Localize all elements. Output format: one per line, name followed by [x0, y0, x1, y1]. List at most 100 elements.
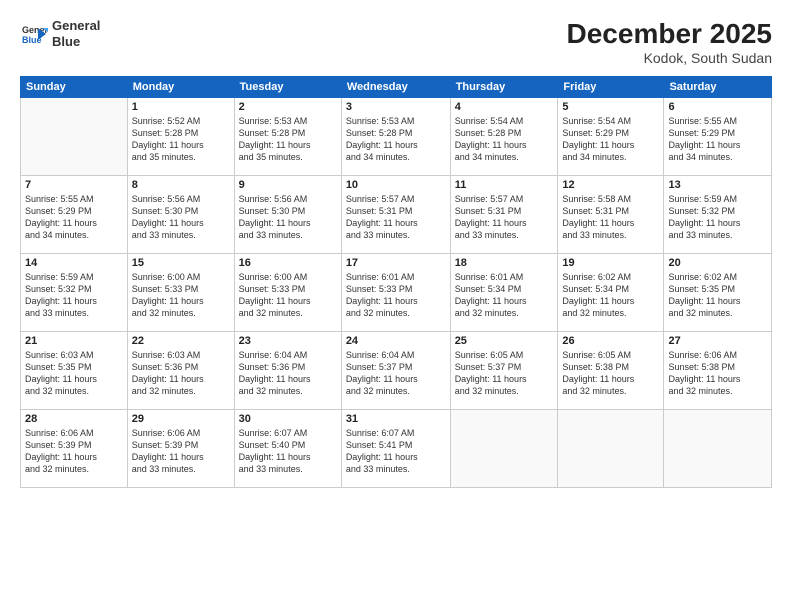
day-info: Sunrise: 5:57 AMSunset: 5:31 PMDaylight:…: [346, 193, 446, 242]
calendar-cell: 2 Sunrise: 5:53 AMSunset: 5:28 PMDaylight…: [234, 98, 341, 176]
day-info: Sunrise: 5:56 AMSunset: 5:30 PMDaylight:…: [132, 193, 230, 242]
calendar-cell: [450, 410, 558, 488]
day-number: 9: [239, 179, 337, 191]
calendar-cell: 16 Sunrise: 6:00 AMSunset: 5:33 PMDayligh…: [234, 254, 341, 332]
day-info: Sunrise: 5:53 AMSunset: 5:28 PMDaylight:…: [346, 115, 446, 164]
logo-text-line1: General: [52, 18, 100, 34]
calendar-cell: 7 Sunrise: 5:55 AMSunset: 5:29 PMDaylight…: [21, 176, 128, 254]
day-number: 26: [562, 335, 659, 347]
day-info: Sunrise: 6:06 AMSunset: 5:39 PMDaylight:…: [132, 427, 230, 476]
day-number: 31: [346, 413, 446, 425]
day-number: 23: [239, 335, 337, 347]
day-info: Sunrise: 6:05 AMSunset: 5:37 PMDaylight:…: [455, 349, 554, 398]
day-info: Sunrise: 6:02 AMSunset: 5:34 PMDaylight:…: [562, 271, 659, 320]
calendar-cell: 27 Sunrise: 6:06 AMSunset: 5:38 PMDayligh…: [664, 332, 772, 410]
day-info: Sunrise: 6:00 AMSunset: 5:33 PMDaylight:…: [239, 271, 337, 320]
calendar-cell: 22 Sunrise: 6:03 AMSunset: 5:36 PMDayligh…: [127, 332, 234, 410]
calendar-cell: 11 Sunrise: 5:57 AMSunset: 5:31 PMDayligh…: [450, 176, 558, 254]
day-number: 24: [346, 335, 446, 347]
day-info: Sunrise: 6:03 AMSunset: 5:35 PMDaylight:…: [25, 349, 123, 398]
day-info: Sunrise: 6:04 AMSunset: 5:36 PMDaylight:…: [239, 349, 337, 398]
weekday-header: Friday: [558, 77, 664, 98]
day-number: 30: [239, 413, 337, 425]
calendar-cell: 20 Sunrise: 6:02 AMSunset: 5:35 PMDayligh…: [664, 254, 772, 332]
calendar-cell: 17 Sunrise: 6:01 AMSunset: 5:33 PMDayligh…: [341, 254, 450, 332]
logo: General Blue General Blue: [20, 18, 100, 49]
calendar-cell: [21, 98, 128, 176]
calendar-cell: 4Sunrise: 5:54 AMSunset: 5:28 PMDaylight…: [450, 98, 558, 176]
day-info: Sunrise: 6:05 AMSunset: 5:38 PMDaylight:…: [562, 349, 659, 398]
calendar-cell: 6 Sunrise: 5:55 AMSunset: 5:29 PMDaylight…: [664, 98, 772, 176]
day-info: Sunrise: 5:52 AMSunset: 5:28 PMDaylight:…: [132, 115, 230, 164]
calendar-cell: 31 Sunrise: 6:07 AMSunset: 5:41 PMDayligh…: [341, 410, 450, 488]
day-info: Sunrise: 6:02 AMSunset: 5:35 PMDaylight:…: [668, 271, 767, 320]
day-info: Sunrise: 6:07 AMSunset: 5:41 PMDaylight:…: [346, 427, 446, 476]
calendar-cell: 29 Sunrise: 6:06 AMSunset: 5:39 PMDayligh…: [127, 410, 234, 488]
day-number: 29: [132, 413, 230, 425]
month-title: December 2025: [567, 18, 772, 50]
calendar-cell: 19 Sunrise: 6:02 AMSunset: 5:34 PMDayligh…: [558, 254, 664, 332]
day-info: Sunrise: 6:03 AMSunset: 5:36 PMDaylight:…: [132, 349, 230, 398]
day-info: Sunrise: 5:56 AMSunset: 5:30 PMDaylight:…: [239, 193, 337, 242]
day-info: Sunrise: 6:01 AMSunset: 5:33 PMDaylight:…: [346, 271, 446, 320]
day-number: 6: [668, 101, 767, 113]
day-number: 21: [25, 335, 123, 347]
calendar-cell: 10 Sunrise: 5:57 AMSunset: 5:31 PMDayligh…: [341, 176, 450, 254]
calendar-cell: 28 Sunrise: 6:06 AMSunset: 5:39 PMDayligh…: [21, 410, 128, 488]
weekday-header: Sunday: [21, 77, 128, 98]
calendar-cell: 1 Sunrise: 5:52 AMSunset: 5:28 PMDaylight…: [127, 98, 234, 176]
day-number: 11: [455, 179, 554, 191]
calendar-cell: 21 Sunrise: 6:03 AMSunset: 5:35 PMDayligh…: [21, 332, 128, 410]
calendar-cell: 23 Sunrise: 6:04 AMSunset: 5:36 PMDayligh…: [234, 332, 341, 410]
day-info: Sunrise: 5:57 AMSunset: 5:31 PMDaylight:…: [455, 193, 554, 242]
day-info: Sunrise: 6:06 AMSunset: 5:38 PMDaylight:…: [668, 349, 767, 398]
day-info: Sunrise: 5:54 AMSunset: 5:29 PMDaylight:…: [562, 115, 659, 164]
day-number: 22: [132, 335, 230, 347]
calendar-cell: 13 Sunrise: 5:59 AMSunset: 5:32 PMDayligh…: [664, 176, 772, 254]
calendar-cell: 26 Sunrise: 6:05 AMSunset: 5:38 PMDayligh…: [558, 332, 664, 410]
day-info: Sunrise: 6:04 AMSunset: 5:37 PMDaylight:…: [346, 349, 446, 398]
day-number: 20: [668, 257, 767, 269]
calendar-cell: 5 Sunrise: 5:54 AMSunset: 5:29 PMDaylight…: [558, 98, 664, 176]
day-number: 28: [25, 413, 123, 425]
day-info: Sunrise: 5:59 AMSunset: 5:32 PMDaylight:…: [668, 193, 767, 242]
calendar-cell: [558, 410, 664, 488]
day-info: Sunrise: 5:53 AMSunset: 5:28 PMDaylight:…: [239, 115, 337, 164]
location: Kodok, South Sudan: [567, 50, 772, 66]
day-info: Sunrise: 6:00 AMSunset: 5:33 PMDaylight:…: [132, 271, 230, 320]
day-info: Sunrise: 6:01 AMSunset: 5:34 PMDaylight:…: [455, 271, 554, 320]
day-number: 14: [25, 257, 123, 269]
day-number: 4: [455, 101, 554, 113]
day-number: 19: [562, 257, 659, 269]
day-number: 1: [132, 101, 230, 113]
day-number: 16: [239, 257, 337, 269]
day-number: 5: [562, 101, 659, 113]
logo-text-line2: Blue: [52, 34, 100, 50]
calendar-cell: 30 Sunrise: 6:07 AMSunset: 5:40 PMDayligh…: [234, 410, 341, 488]
day-number: 15: [132, 257, 230, 269]
calendar-cell: 3 Sunrise: 5:53 AMSunset: 5:28 PMDaylight…: [341, 98, 450, 176]
calendar: SundayMondayTuesdayWednesdayThursdayFrid…: [20, 76, 772, 488]
calendar-cell: 15 Sunrise: 6:00 AMSunset: 5:33 PMDayligh…: [127, 254, 234, 332]
calendar-cell: 9 Sunrise: 5:56 AMSunset: 5:30 PMDaylight…: [234, 176, 341, 254]
day-number: 27: [668, 335, 767, 347]
day-info: Sunrise: 6:07 AMSunset: 5:40 PMDaylight:…: [239, 427, 337, 476]
day-info: Sunrise: 6:06 AMSunset: 5:39 PMDaylight:…: [25, 427, 123, 476]
day-number: 17: [346, 257, 446, 269]
day-number: 18: [455, 257, 554, 269]
day-info: Sunrise: 5:55 AMSunset: 5:29 PMDaylight:…: [668, 115, 767, 164]
day-number: 13: [668, 179, 767, 191]
day-info: Sunrise: 5:55 AMSunset: 5:29 PMDaylight:…: [25, 193, 123, 242]
calendar-cell: 18 Sunrise: 6:01 AMSunset: 5:34 PMDayligh…: [450, 254, 558, 332]
day-info: Sunrise: 5:58 AMSunset: 5:31 PMDaylight:…: [562, 193, 659, 242]
calendar-cell: 24 Sunrise: 6:04 AMSunset: 5:37 PMDayligh…: [341, 332, 450, 410]
weekday-header: Thursday: [450, 77, 558, 98]
calendar-cell: 14Sunrise: 5:59 AMSunset: 5:32 PMDayligh…: [21, 254, 128, 332]
day-number: 2: [239, 101, 337, 113]
day-number: 10: [346, 179, 446, 191]
calendar-cell: 8Sunrise: 5:56 AMSunset: 5:30 PMDaylight…: [127, 176, 234, 254]
weekday-header: Wednesday: [341, 77, 450, 98]
day-number: 3: [346, 101, 446, 113]
day-number: 7: [25, 179, 123, 191]
weekday-header: Monday: [127, 77, 234, 98]
